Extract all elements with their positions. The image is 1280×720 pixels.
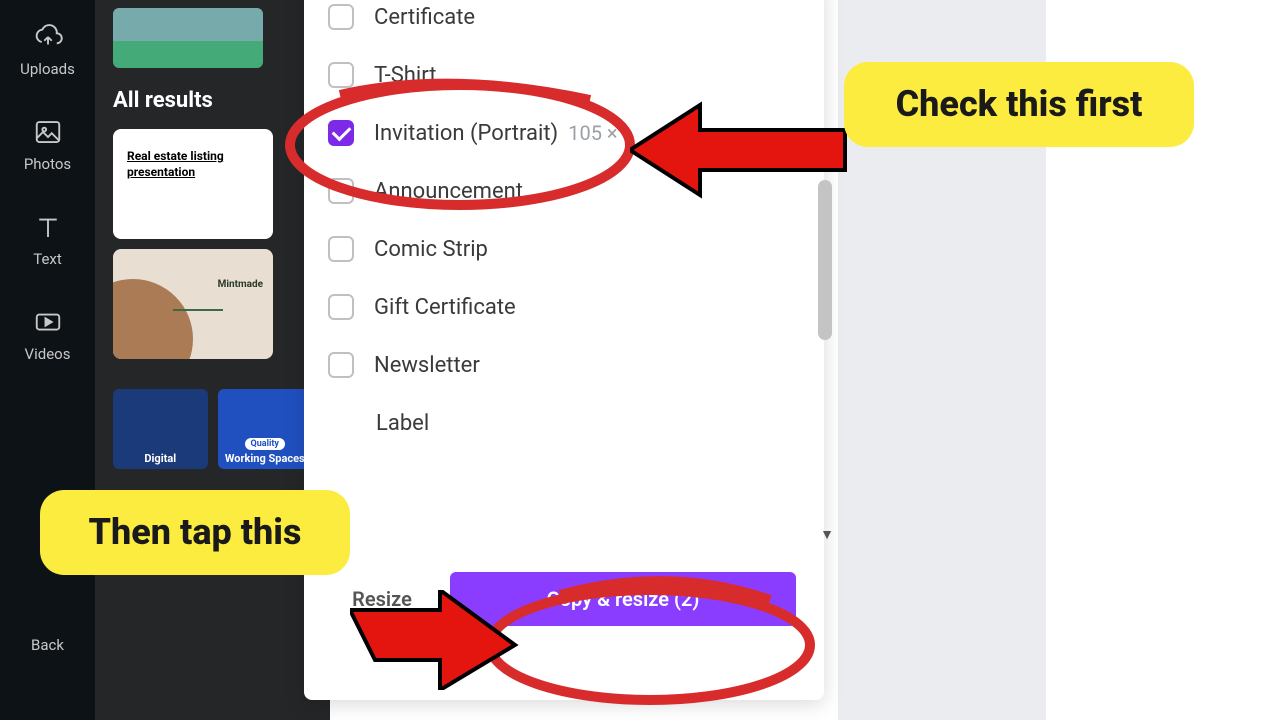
scrollbar[interactable] — [818, 180, 832, 340]
sidebar-item-photos[interactable]: Photos — [0, 100, 95, 190]
template-card[interactable]: QualityWorking Spaces — [218, 389, 313, 469]
sidebar-item-back[interactable]: Back — [0, 600, 95, 690]
option-label[interactable]: Label — [304, 394, 824, 452]
upload-icon — [33, 22, 63, 52]
checkbox[interactable] — [328, 4, 354, 30]
checkbox[interactable] — [328, 294, 354, 320]
template-card[interactable]: Real estate listingpresentation — [113, 129, 273, 239]
sidebar-item-videos[interactable]: Videos — [0, 290, 95, 380]
checkbox[interactable] — [328, 236, 354, 262]
annotation-arrow — [350, 590, 520, 690]
scroll-down-icon[interactable]: ▼ — [820, 526, 834, 543]
sidebar-item-uploads[interactable]: Uploads — [0, 5, 95, 95]
template-card[interactable]: Digital — [113, 389, 208, 469]
sidebar-item-label: Photos — [24, 155, 71, 173]
annotation-circle — [470, 570, 830, 720]
option-newsletter[interactable]: Newsletter — [304, 336, 824, 394]
sidebar-item-label: Text — [33, 250, 62, 268]
annotation-arrow — [630, 100, 850, 200]
template-thumbnail[interactable] — [113, 8, 263, 68]
annotation-circle — [270, 60, 650, 220]
annotation-label: Then tap this — [40, 490, 350, 575]
video-icon — [33, 307, 63, 337]
option-gift-certificate[interactable]: Gift Certificate — [304, 278, 824, 336]
image-icon — [33, 117, 63, 147]
option-comic-strip[interactable]: Comic Strip — [304, 220, 824, 278]
text-icon — [33, 212, 63, 242]
option-certificate[interactable]: Certificate — [304, 0, 824, 46]
checkbox[interactable] — [328, 352, 354, 378]
left-sidebar: Uploads Photos Text Videos Back — [0, 0, 95, 720]
sidebar-item-label: Back — [31, 636, 64, 654]
sidebar-item-text[interactable]: Text — [0, 195, 95, 285]
template-card[interactable]: Mintmade — [113, 249, 273, 359]
sidebar-item-label: Videos — [25, 345, 71, 363]
sidebar-item-label: Uploads — [20, 60, 75, 78]
annotation-label: Check this first — [844, 62, 1194, 147]
